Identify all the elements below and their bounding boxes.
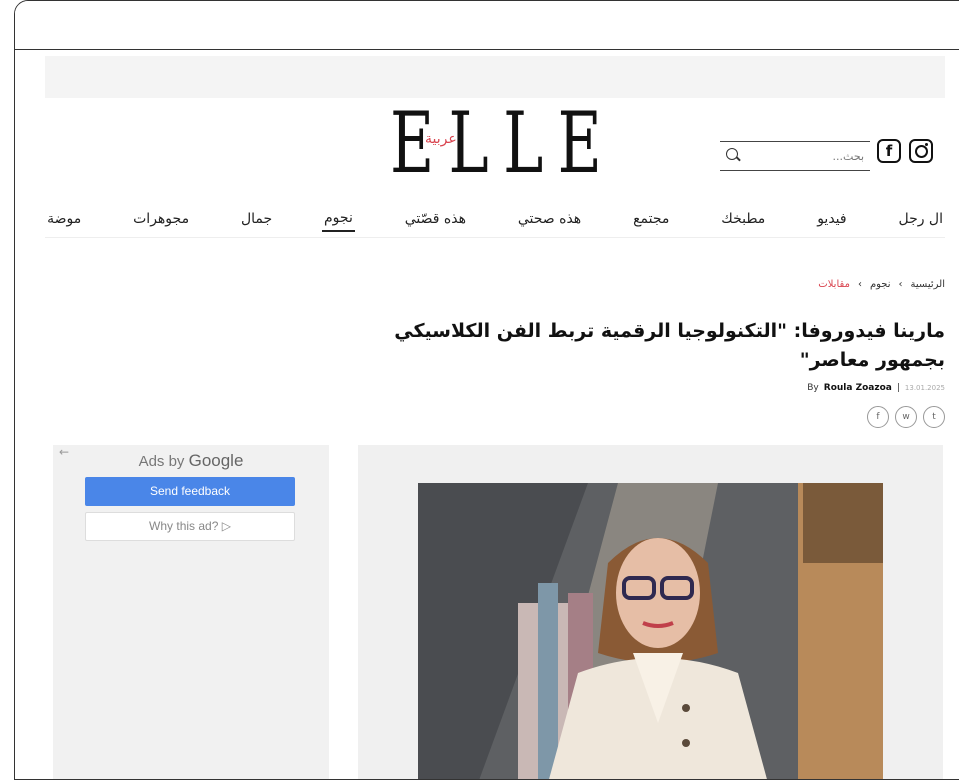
breadcrumb-current[interactable]: مقابلات	[818, 279, 850, 290]
nav-item[interactable]: فيديو	[815, 207, 848, 231]
breadcrumb-separator: ›	[898, 279, 903, 290]
share-twitter-icon[interactable]: t	[923, 406, 945, 428]
share-facebook-icon[interactable]: f	[867, 406, 889, 428]
nav-item[interactable]: مجتمع	[631, 207, 671, 231]
browser-toolbar	[15, 1, 959, 50]
article-hero-container	[358, 445, 943, 779]
google-brand: Google	[188, 451, 244, 470]
publish-date: 13.01.2025	[904, 384, 945, 392]
nav-item[interactable]: جمال	[239, 207, 274, 231]
breadcrumb-section[interactable]: نجوم	[870, 279, 891, 290]
nav-item[interactable]: هذه صحتي	[516, 207, 583, 231]
breadcrumb-separator: ›	[857, 279, 862, 290]
article-hero-image	[418, 483, 883, 779]
ad-label-prefix: Ads by	[138, 453, 185, 470]
search-input[interactable]	[742, 145, 866, 167]
portrait-illustration	[418, 483, 883, 779]
breadcrumb: الرئيسية › نجوم › مقابلات	[818, 279, 945, 290]
instagram-icon[interactable]	[909, 139, 933, 163]
breadcrumb-home[interactable]: الرئيسية	[911, 279, 945, 290]
byline-separator: |	[896, 383, 900, 393]
article-byline: By Roula Zoazoa | 13.01.2025	[807, 383, 945, 393]
logo-subtitle: عربية	[425, 131, 457, 147]
main-nav: موضة مجوهرات جمال نجوم هذه قصّتي هذه صحتي مجتم…	[45, 201, 945, 238]
share-whatsapp-icon[interactable]: w	[895, 406, 917, 428]
google-ad-panel: ← Ads by Google Send feedback Why this a…	[53, 445, 329, 779]
ads-by-google-label: Ads by Google	[53, 451, 329, 471]
send-feedback-button[interactable]: Send feedback	[85, 477, 295, 506]
nav-item[interactable]: نجوم	[322, 206, 355, 232]
browser-frame: ELLE عربية f موضة مجوهرات جمال نجوم هذه قصّت…	[14, 0, 959, 780]
search-bar[interactable]	[720, 141, 870, 171]
nav-item[interactable]: ال رجل	[896, 207, 945, 231]
search-icon[interactable]	[726, 148, 738, 160]
site-header: ELLE عربية f	[45, 101, 945, 196]
nav-item[interactable]: موضة	[45, 207, 83, 231]
byline-prefix: By	[807, 383, 819, 393]
nav-item[interactable]: مطبخك	[719, 207, 767, 231]
nav-item[interactable]: هذه قصّتي	[403, 207, 468, 231]
why-this-ad-button[interactable]: Why this ad? ▷	[85, 512, 295, 541]
share-buttons: f w t	[867, 406, 945, 428]
top-ad-banner[interactable]	[45, 56, 945, 98]
nav-item[interactable]: مجوهرات	[131, 207, 191, 231]
article-title: مارينا فيدوروفا: "التكنولوجيا الرقمية تر…	[394, 320, 945, 371]
elle-logo[interactable]: ELLE	[390, 101, 616, 185]
author-name[interactable]: Roula Zoazoa	[824, 383, 892, 393]
facebook-icon[interactable]: f	[877, 139, 901, 163]
